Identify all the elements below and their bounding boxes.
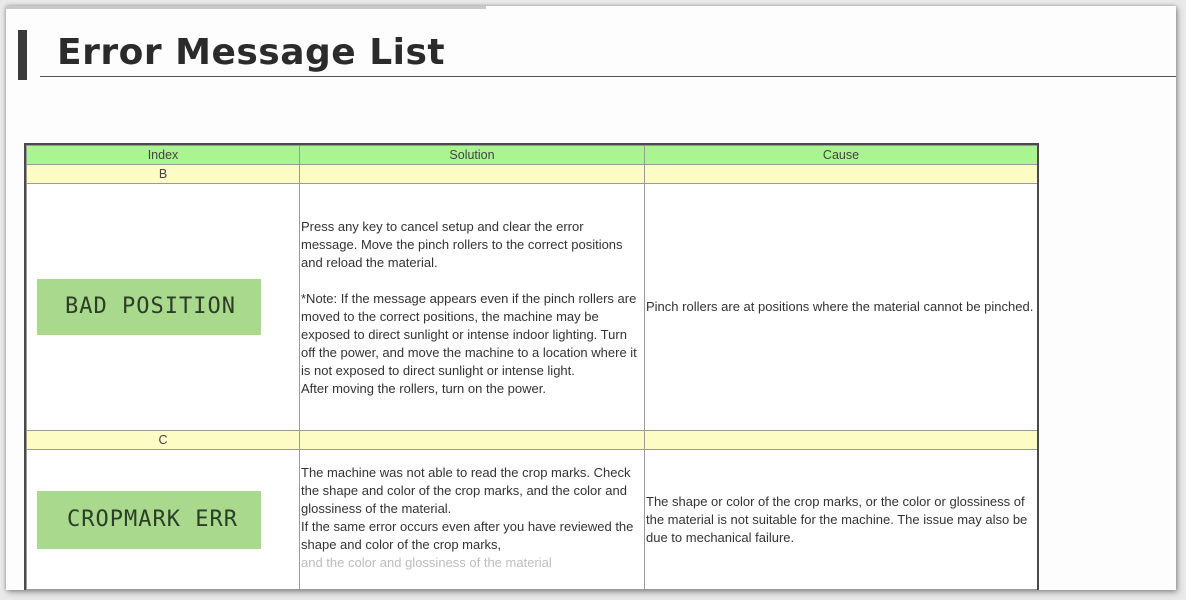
- cause-cell: Pinch rollers are at positions where the…: [644, 183, 1037, 431]
- solution-paragraph: After moving the rollers, turn on the po…: [301, 380, 546, 396]
- lcd-display-cropmark-err: CROPMARK ERR: [37, 490, 261, 549]
- solution-cell: Press any key to cancel setup and clear …: [299, 183, 645, 431]
- header-solution: Solution: [299, 145, 645, 165]
- group-letter: C: [26, 430, 300, 450]
- group-row-b: B: [26, 164, 1037, 184]
- solution-paragraph-faded: and the color and glossiness of the mate…: [301, 555, 552, 570]
- group-row-c: C: [26, 430, 1037, 450]
- group-letter: B: [26, 164, 300, 184]
- table-row: CROPMARK ERR The machine was not able to…: [26, 449, 1037, 590]
- index-cell: BAD POSITION: [26, 183, 300, 431]
- error-message-table: Index Solution Cause B BAD POSITION Pres…: [26, 145, 1037, 590]
- title-accent-bar: [18, 30, 27, 80]
- error-table-container: Index Solution Cause B BAD POSITION Pres…: [24, 143, 1039, 590]
- frame-top-line: [6, 6, 486, 9]
- header-cause: Cause: [644, 145, 1037, 165]
- solution-paragraph: The machine was not able to read the cro…: [301, 465, 631, 516]
- lcd-display-bad-position: BAD POSITION: [37, 279, 261, 335]
- page-title: Error Message List: [57, 32, 446, 73]
- table-row: BAD POSITION Press any key to cancel set…: [26, 183, 1037, 431]
- solution-note: *Note: If the message appears even if th…: [301, 290, 637, 378]
- group-empty-cell: [299, 430, 645, 450]
- solution-paragraph: Press any key to cancel setup and clear …: [301, 218, 623, 270]
- group-empty-cell: [644, 430, 1037, 450]
- solution-cell: The machine was not able to read the cro…: [299, 449, 645, 590]
- index-cell: CROPMARK ERR: [26, 449, 300, 590]
- document-frame: Error Message List Index Solution Cause …: [6, 6, 1176, 590]
- group-empty-cell: [299, 164, 645, 184]
- cause-cell: The shape or color of the crop marks, or…: [644, 449, 1037, 590]
- table-header-row: Index Solution Cause: [26, 145, 1037, 165]
- header-index: Index: [26, 145, 300, 165]
- solution-paragraph: If the same error occurs even after you …: [301, 519, 634, 552]
- group-empty-cell: [644, 164, 1037, 184]
- title-rule: [40, 76, 1176, 77]
